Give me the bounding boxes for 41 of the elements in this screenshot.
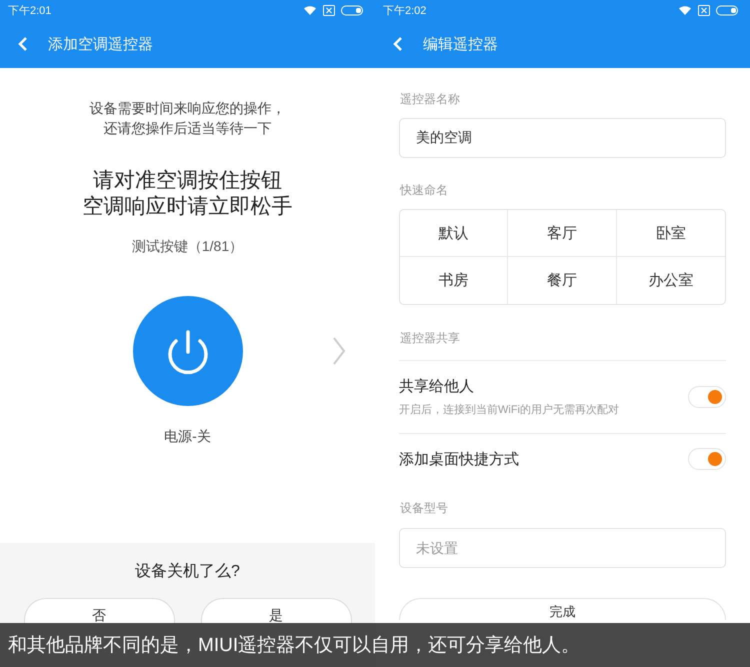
status-time: 下午2:01	[8, 4, 52, 18]
hint-text: 设备需要时间来响应您的操作，	[90, 100, 286, 118]
instruction-text: 空调响应时请立即松手	[82, 194, 292, 220]
back-icon[interactable]	[18, 37, 28, 51]
section-label: 设备型号	[400, 500, 449, 517]
battery-icon	[341, 4, 365, 16]
toggle-switch[interactable]	[688, 386, 726, 408]
section-label: 遥控器共享	[400, 330, 461, 347]
screen-title: 添加空调遥控器	[48, 34, 153, 54]
model-field[interactable]: 未设置	[399, 528, 726, 568]
instruction-text: 请对准空调按住按钮	[93, 168, 282, 194]
battery-icon	[716, 4, 740, 16]
quick-name-option[interactable]: 客厅	[508, 210, 617, 257]
quick-name-option[interactable]: 书房	[400, 257, 508, 304]
quick-name-option[interactable]: 卧室	[616, 210, 725, 257]
toggle-switch[interactable]	[688, 448, 726, 470]
setting-label: 共享给他人	[399, 377, 475, 396]
sim-icon	[698, 4, 710, 16]
power-button[interactable]	[132, 296, 242, 406]
answer-button[interactable]: 是	[200, 598, 352, 624]
wifi-icon	[678, 4, 692, 16]
hint-text: 还请您操作后适当等待一下	[104, 120, 272, 138]
wifi-icon	[303, 4, 317, 16]
question-text: 设备关机了么?	[135, 562, 240, 582]
quick-name-option[interactable]: 餐厅	[508, 257, 617, 304]
status-time: 下午2:02	[383, 4, 428, 18]
section-label: 快速命名	[400, 182, 449, 199]
quick-name-option[interactable]: 默认	[400, 210, 508, 257]
section-label: 遥控器名称	[400, 91, 461, 108]
back-icon[interactable]	[393, 37, 403, 51]
sim-icon	[323, 4, 335, 16]
screen-title: 编辑遥控器	[423, 34, 498, 54]
answer-button[interactable]: 否	[24, 598, 174, 624]
quick-name-option[interactable]: 办公室	[616, 257, 725, 304]
setting-label: 添加桌面快捷方式	[399, 450, 520, 468]
setting-description: 开启后，连接到当前WiFi的用户无需再次配对	[399, 402, 620, 417]
done-button[interactable]: 完成	[399, 598, 726, 620]
caption-text: 和其他品牌不同的是，MIUI遥控器不仅可以自用，还可分享给他人。	[8, 634, 580, 658]
test-counter: 测试按键（1/81）	[132, 238, 244, 256]
name-field[interactable]: 美的空调	[399, 118, 726, 158]
key-label: 电源-关	[164, 428, 211, 446]
